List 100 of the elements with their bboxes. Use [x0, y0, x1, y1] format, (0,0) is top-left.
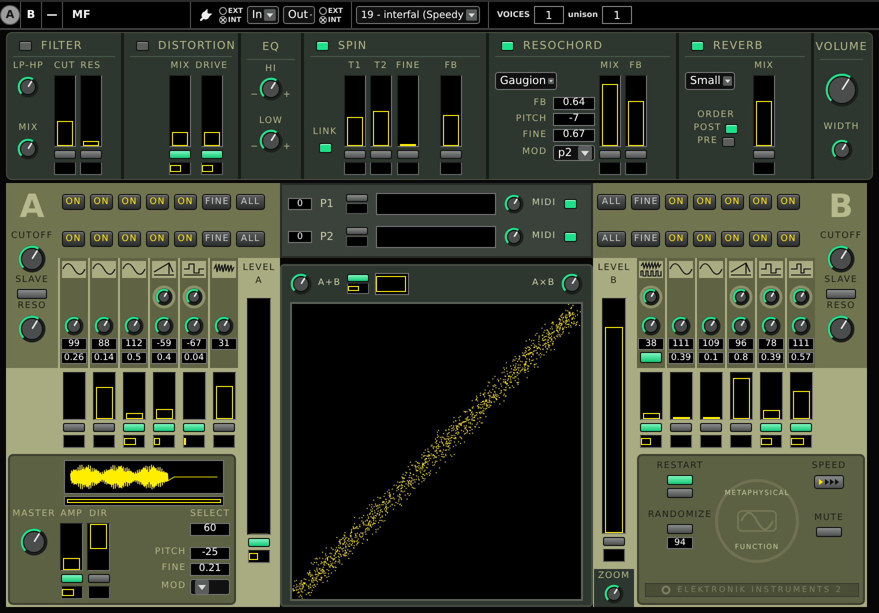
order-button[interactable] — [725, 124, 738, 134]
sine-wave-icon[interactable] — [669, 261, 693, 278]
square-wave-icon[interactable] — [759, 261, 783, 278]
knob[interactable] — [731, 316, 751, 336]
radio-button[interactable] — [318, 16, 327, 24]
pulse-wave-icon[interactable] — [789, 261, 813, 278]
size-dropdown[interactable]: Small — [685, 72, 735, 90]
knob[interactable] — [827, 314, 855, 343]
mod-dropdown[interactable] — [190, 578, 230, 595]
tab[interactable]: A — [1, 6, 19, 24]
scroll-bar[interactable] — [64, 496, 224, 506]
fader[interactable] — [753, 75, 775, 147]
toggle-button[interactable] — [123, 423, 145, 432]
knob[interactable] — [259, 128, 283, 153]
knob[interactable] — [20, 528, 48, 556]
midi-led[interactable] — [564, 232, 578, 242]
knob[interactable] — [791, 316, 811, 336]
toggle-button[interactable] — [370, 150, 392, 159]
knob[interactable] — [290, 273, 312, 295]
toggle-button[interactable] — [753, 150, 775, 159]
sine-wave-icon[interactable] — [62, 261, 86, 278]
on-button[interactable]: ON — [90, 231, 113, 248]
knob[interactable] — [259, 76, 283, 101]
toggle-button[interactable] — [183, 423, 205, 432]
restart-alt-button[interactable] — [667, 488, 693, 498]
toggle-button[interactable] — [93, 423, 115, 432]
all-button[interactable]: ALL — [597, 231, 626, 248]
on-button[interactable]: ON — [174, 194, 197, 210]
link-led[interactable] — [318, 143, 332, 153]
toggle-button[interactable] — [213, 423, 235, 432]
program-dropdown[interactable]: 19 - interfal (Speedy — [356, 6, 480, 24]
knob[interactable] — [64, 316, 84, 336]
fader[interactable] — [602, 298, 626, 534]
tab[interactable]: B — [22, 6, 40, 24]
toggle-button[interactable] — [63, 423, 85, 432]
knob[interactable] — [830, 138, 852, 161]
knob[interactable] — [639, 285, 663, 309]
knob[interactable] — [17, 138, 40, 160]
toggle-button[interactable] — [200, 150, 223, 159]
toggle-button[interactable] — [440, 150, 462, 159]
radio-button[interactable] — [219, 6, 227, 14]
on-button[interactable]: ON — [665, 194, 688, 210]
toggle-button[interactable] — [700, 423, 722, 432]
knob[interactable] — [182, 285, 206, 309]
on-button[interactable]: ON — [146, 194, 169, 210]
unison-field[interactable]: 1 — [602, 6, 632, 24]
fine-button[interactable]: FINE — [202, 231, 231, 248]
knob[interactable] — [561, 273, 583, 295]
toggle-button[interactable] — [344, 150, 366, 159]
toggle-button[interactable] — [790, 423, 812, 432]
toggle-button[interactable] — [54, 150, 76, 159]
fader[interactable] — [760, 372, 782, 420]
toggle-button[interactable] — [80, 150, 102, 159]
slave-button[interactable] — [826, 288, 856, 299]
on-button[interactable]: ON — [693, 231, 716, 248]
fader[interactable] — [80, 75, 102, 147]
tab[interactable]: — — [43, 6, 61, 24]
toggle-button[interactable] — [670, 423, 692, 432]
knob[interactable] — [18, 244, 46, 273]
knob[interactable] — [17, 76, 40, 98]
radio-button[interactable] — [219, 16, 227, 24]
on-button[interactable]: ON — [62, 231, 85, 248]
knob[interactable] — [94, 316, 114, 336]
all-button[interactable]: ALL — [597, 194, 626, 210]
knob[interactable] — [761, 316, 781, 336]
fader[interactable] — [599, 75, 621, 147]
all-button[interactable]: ALL — [236, 231, 265, 248]
knob[interactable] — [827, 244, 855, 273]
knob[interactable] — [701, 316, 721, 336]
on-button[interactable]: ON — [777, 194, 800, 210]
square-wave-icon[interactable] — [182, 261, 206, 278]
noise-wave-icon[interactable] — [212, 261, 236, 278]
on-button[interactable]: ON — [693, 194, 716, 210]
knob[interactable] — [729, 285, 753, 309]
toggle-button[interactable] — [730, 423, 752, 432]
knob[interactable] — [152, 285, 176, 309]
on-button[interactable]: ON — [146, 231, 169, 248]
mod-dropdown[interactable]: p2 — [553, 145, 595, 162]
small-button[interactable] — [346, 194, 368, 202]
scroll-thumb[interactable] — [67, 499, 221, 503]
fader[interactable] — [87, 522, 110, 571]
knob[interactable] — [789, 285, 813, 309]
restart-button[interactable] — [667, 474, 693, 485]
power-led[interactable] — [316, 40, 329, 51]
wrench-icon[interactable] — [199, 8, 212, 22]
on-button[interactable]: ON — [174, 231, 197, 248]
on-button[interactable]: ON — [118, 231, 141, 248]
on-button[interactable]: ON — [90, 194, 113, 210]
randomize-button[interactable] — [667, 524, 693, 534]
input-dropdown[interactable]: In — [246, 6, 279, 24]
fader[interactable] — [440, 75, 462, 147]
toggle-button[interactable] — [60, 574, 82, 583]
knob[interactable] — [604, 584, 624, 604]
toggle-button[interactable] — [88, 574, 110, 583]
fader[interactable] — [152, 372, 176, 420]
knob[interactable] — [504, 227, 524, 248]
fader[interactable] — [640, 372, 662, 420]
toggle-button[interactable] — [640, 423, 662, 432]
fader[interactable] — [670, 372, 692, 420]
all-button[interactable]: ALL — [236, 194, 265, 210]
